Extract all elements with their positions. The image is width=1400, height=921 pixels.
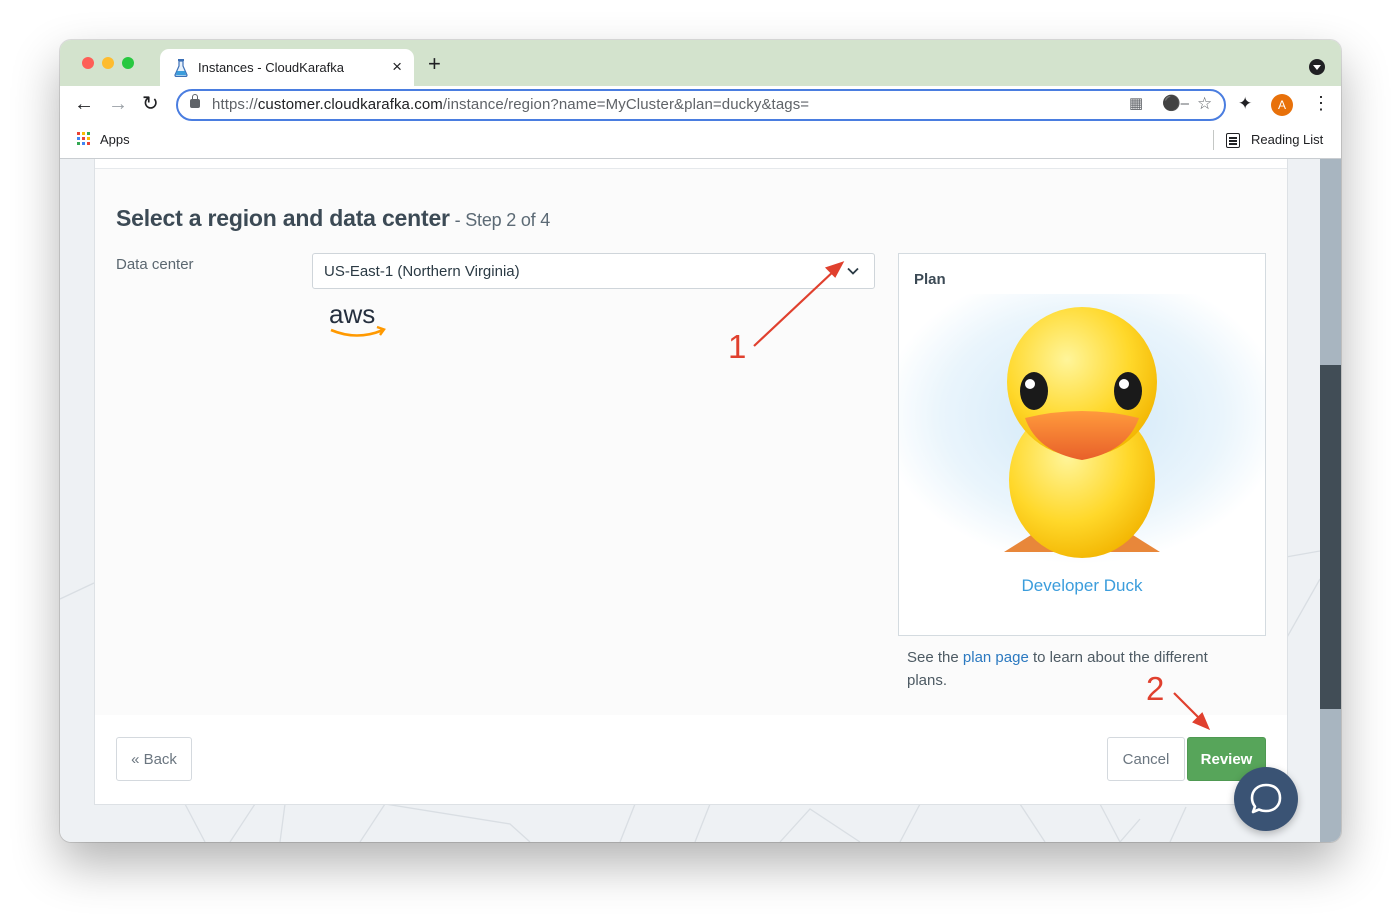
tab-search-icon[interactable]: [1309, 59, 1325, 75]
wizard-card: Select a region and data center - Step 2…: [94, 159, 1288, 805]
close-window-button[interactable]: [82, 57, 94, 69]
page-viewport: Select a region and data center - Step 2…: [60, 159, 1341, 842]
key-icon[interactable]: ⚫–: [1162, 95, 1189, 113]
wizard-footer: « Back Cancel Review: [95, 715, 1287, 804]
address-bar[interactable]: https://customer.cloudkarafka.com/instan…: [176, 89, 1226, 121]
plan-card: Plan Developer Duck: [898, 253, 1266, 636]
svg-text:aws: aws: [329, 299, 375, 329]
chat-launcher-button[interactable]: [1234, 767, 1298, 831]
page-title: Select a region and data center - Step 2…: [116, 205, 551, 231]
annotation-marker-1: 1: [728, 328, 747, 365]
reload-icon[interactable]: ↻: [142, 94, 159, 114]
back-button[interactable]: « Back: [116, 737, 192, 781]
reading-list-icon[interactable]: [1226, 133, 1240, 148]
apps-bookmark[interactable]: Apps: [100, 132, 130, 147]
plan-title: Plan: [914, 271, 946, 288]
back-icon[interactable]: ←: [74, 94, 94, 114]
qr-code-icon[interactable]: ▦: [1129, 95, 1143, 113]
menu-icon[interactable]: ⋮: [1312, 93, 1330, 113]
data-center-label: Data center: [116, 256, 194, 273]
bookmarks-divider: [1213, 130, 1214, 150]
browser-toolbar: ← → ↻ https://customer.cloudkarafka.com/…: [60, 86, 1341, 124]
tab-strip: Instances - CloudKarafka × +: [60, 40, 1341, 86]
lock-icon[interactable]: [190, 94, 200, 108]
url-text: https://customer.cloudkarafka.com/instan…: [212, 96, 810, 113]
browser-window: Instances - CloudKarafka × + ← → ↻ https…: [60, 40, 1341, 842]
bookmarks-bar: Apps Reading List: [60, 124, 1341, 159]
annotation-marker-2: 2: [1146, 670, 1165, 707]
apps-grid-icon[interactable]: [77, 132, 91, 146]
data-center-select[interactable]: US-East-1 (Northern Virginia): [312, 253, 875, 289]
developer-duck-image: [899, 294, 1265, 564]
star-icon[interactable]: ☆: [1197, 95, 1212, 113]
chevron-down-icon[interactable]: [846, 264, 860, 278]
plan-name: Developer Duck: [1021, 576, 1143, 595]
profile-avatar[interactable]: A: [1271, 94, 1293, 116]
scrollbar-thumb[interactable]: [1320, 365, 1341, 709]
browser-tab-active[interactable]: Instances - CloudKarafka ×: [160, 49, 414, 86]
minimize-window-button[interactable]: [102, 57, 114, 69]
reading-list-button[interactable]: Reading List: [1251, 132, 1323, 147]
maximize-window-button[interactable]: [122, 57, 134, 69]
plan-note: See the plan page to learn about the dif…: [907, 649, 1208, 689]
data-center-value: US-East-1 (Northern Virginia): [324, 263, 520, 280]
forward-icon[interactable]: →: [108, 94, 128, 114]
aws-logo: aws: [329, 299, 386, 337]
new-tab-button[interactable]: +: [428, 53, 441, 75]
cloudkarafka-favicon-icon: [174, 59, 188, 77]
chat-bubble-icon: [1250, 783, 1282, 814]
extensions-icon[interactable]: ✦: [1238, 94, 1252, 114]
wizard-body: Select a region and data center - Step 2…: [95, 168, 1287, 715]
plan-page-link[interactable]: plan page: [963, 649, 1029, 666]
tab-title: Instances - CloudKarafka: [198, 60, 344, 75]
cancel-button[interactable]: Cancel: [1107, 737, 1185, 781]
tab-close-icon[interactable]: ×: [392, 57, 402, 77]
